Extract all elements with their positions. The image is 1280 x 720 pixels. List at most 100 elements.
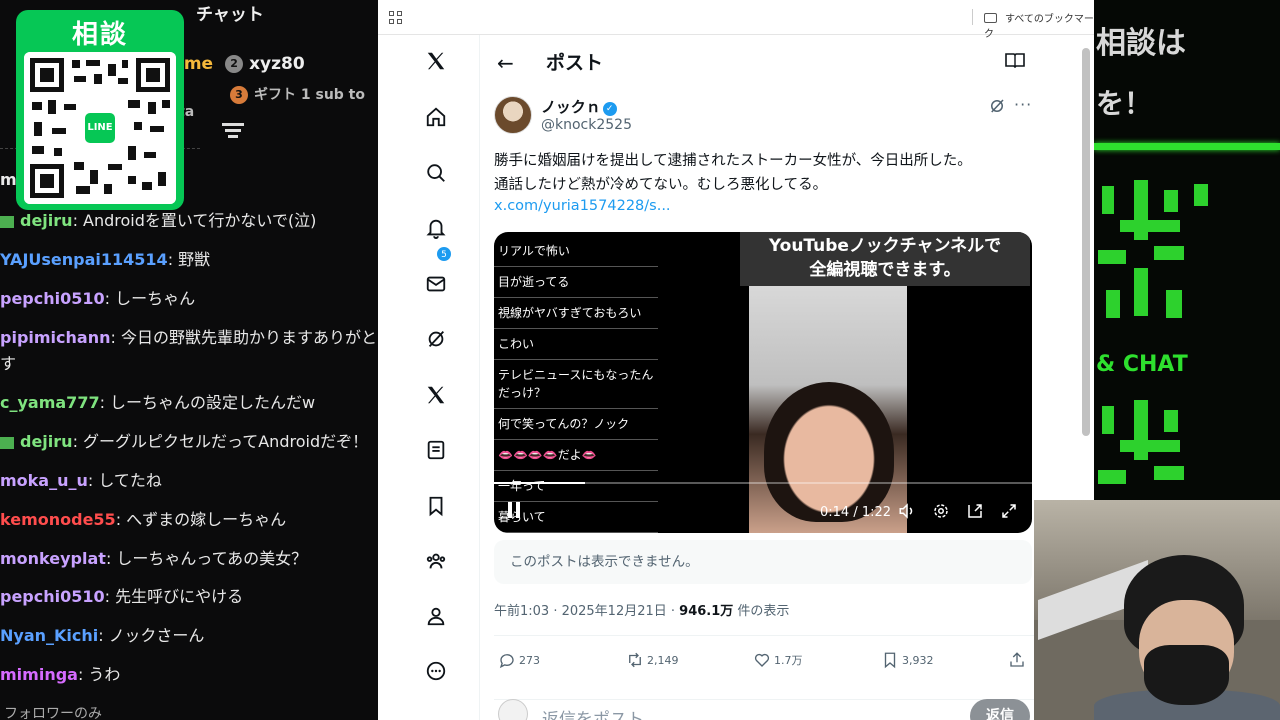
bookmarks-divider: [972, 9, 973, 25]
chat-text: : 先生呼びにやける: [104, 587, 244, 606]
x-sidebar-nav: 5: [378, 35, 480, 720]
game-text-line-3: & CHAT: [1096, 352, 1188, 377]
chat-username[interactable]: YAJUsenpai114514: [0, 250, 168, 269]
page-scrollbar[interactable]: [1082, 48, 1090, 436]
stream-chat-panel: チャット ime 2 xyz80 3 ギフト 1 sub to ta mo dejiru…: [0, 0, 378, 720]
profile-icon[interactable]: [425, 605, 447, 627]
subscriber-badge-icon: [0, 436, 14, 449]
reply-action[interactable]: 273: [498, 651, 540, 671]
chat-username[interactable]: dejiru: [20, 211, 73, 230]
chat-username[interactable]: c_yama777: [0, 393, 100, 412]
chat-message: c_yama777: しーちゃんの設定したんだw: [0, 389, 315, 413]
chat-message: kemonode55: へずまの嫁しーちゃん: [0, 506, 286, 530]
volume-icon[interactable]: [898, 502, 916, 520]
screen: チャット ime 2 xyz80 3 ギフト 1 sub to ta mo dejiru…: [0, 0, 1280, 720]
chat-text: : うわ: [77, 665, 121, 684]
post-meta: 午前1:03 · 2025年12月21日 · 946.1万 件の表示: [494, 600, 789, 619]
chat-username[interactable]: kemonode55: [0, 510, 116, 529]
video-player[interactable]: リアルで怖い 目が逝ってる 視線がヤバすぎておもろい こわい テレビニュースにもなったん…: [494, 232, 1032, 533]
share-action[interactable]: [1008, 651, 1029, 671]
video-progress-fill: [494, 482, 586, 484]
video-time: 0:14 / 1:22: [820, 505, 892, 520]
repost-count: 2,149: [647, 654, 679, 667]
consult-title: 相談: [71, 20, 128, 50]
reply-input[interactable]: 返信をポスト: [542, 705, 644, 720]
post-more-options-icon[interactable]: ···: [1014, 95, 1032, 114]
chat-message: moka_u_u: してたね: [0, 467, 162, 491]
browser-window: すべてのブックマーク 5 ← ポスト ノックｎ ✓ @knock2525 ···…: [378, 0, 1094, 720]
chat-text: す: [0, 354, 17, 373]
collapse-icon[interactable]: [222, 120, 244, 140]
pip-icon[interactable]: [966, 502, 984, 520]
fullscreen-icon[interactable]: [1000, 502, 1018, 520]
search-icon[interactable]: [425, 162, 447, 184]
chat-username[interactable]: Nyan_Kichi: [0, 626, 98, 645]
banner-line-1: YouTubeノックチャンネルで: [768, 236, 1002, 256]
chat-message: monkeyplat: しーちゃんってあの美女？: [0, 545, 307, 569]
mail-icon[interactable]: [425, 273, 447, 295]
chat-message: dejiru: グーグルピクセルだってAndroidだぞ！: [0, 428, 368, 452]
bookmark-small-icon: [884, 652, 896, 669]
chat-username[interactable]: moka_u_u: [0, 471, 88, 490]
chat-username[interactable]: dejiru: [20, 432, 73, 451]
author-name[interactable]: ノックｎ ✓: [541, 96, 617, 117]
game-text-line-2: を！: [1096, 87, 1153, 120]
home-icon[interactable]: [425, 106, 447, 128]
reply-divider: [494, 699, 1034, 700]
grok-icon[interactable]: [425, 328, 447, 350]
communities-icon[interactable]: [425, 550, 447, 572]
chat-text: : へずまの嫁しーちゃん: [115, 510, 287, 529]
video-comment: テレビニュースにもなったんだっけ？: [494, 360, 658, 409]
chat-username[interactable]: pepchi0510: [0, 289, 105, 308]
game-overlay-panel: 相談は を！ & CHAT: [1094, 0, 1280, 500]
repost-action[interactable]: 2,149: [626, 651, 679, 671]
post-column: ← ポスト ノックｎ ✓ @knock2525 ··· 勝手に婚姻届けを提出して逮…: [480, 35, 1040, 720]
chat-username[interactable]: pipimichann: [0, 328, 110, 347]
streamer-mask: [1144, 645, 1229, 705]
chat-message: pipimichann: 今日の野獣先輩助かりますありがと: [0, 324, 377, 348]
more-icon[interactable]: [425, 660, 447, 682]
qr-code: LINE: [24, 52, 176, 204]
video-comment: 目が逝ってる: [494, 267, 658, 298]
webcam-feed: [1034, 500, 1280, 720]
notification-count-badge: 5: [436, 246, 452, 262]
grok-explain-icon[interactable]: [988, 97, 1006, 115]
bell-icon[interactable]: [425, 217, 447, 239]
author-handle[interactable]: @knock2525: [541, 117, 632, 133]
chat-text: : しーちゃんってあの美女？: [105, 549, 308, 568]
chat-username[interactable]: pepchi0510: [0, 587, 105, 606]
lists-icon[interactable]: [425, 439, 447, 461]
view-count: 946.1万: [679, 604, 734, 619]
apps-grid-icon[interactable]: [389, 11, 403, 25]
bookmark-icon[interactable]: [425, 495, 447, 517]
verified-badge-icon: ✓: [602, 102, 617, 116]
x-logo[interactable]: [425, 50, 447, 72]
author-avatar[interactable]: [494, 96, 532, 134]
chat-message: Nyan_Kichi: ノックさーん: [0, 622, 204, 646]
reader-mode-icon[interactable]: [1005, 52, 1025, 69]
video-comment: 視線がヤバすぎておもろい: [494, 298, 658, 329]
reply-button[interactable]: 返信: [970, 699, 1030, 720]
chat-text: : しーちゃんの設定したんだw: [99, 393, 316, 412]
like-action[interactable]: 1.7万: [753, 651, 803, 671]
my-avatar: [498, 699, 528, 720]
video-comment: こわい: [494, 329, 658, 360]
pause-icon[interactable]: [508, 502, 522, 518]
like-count: 1.7万: [774, 654, 803, 667]
back-arrow-icon[interactable]: ←: [497, 51, 514, 75]
post-text-line-1: 勝手に婚姻届けを提出して逮捕されたストーカー女性が、今日出所した。: [494, 153, 972, 169]
chat-username[interactable]: miminga: [0, 665, 78, 684]
chat-username[interactable]: monkeyplat: [0, 549, 106, 568]
video-progress-bar[interactable]: [494, 482, 1032, 484]
line-logo-icon: LINE: [82, 110, 118, 146]
chat-message: miminga: うわ: [0, 661, 120, 685]
chat-message: YAJUsenpai114514: 野獣: [0, 246, 210, 270]
meta-divider: [494, 635, 1034, 636]
chat-text: : 野獣: [167, 250, 211, 269]
post-link[interactable]: x.com/yuria1574228/s...: [494, 198, 671, 214]
bookmark-action[interactable]: 3,932: [881, 651, 934, 671]
settings-gear-icon[interactable]: [932, 502, 950, 520]
x-premium-icon[interactable]: [425, 384, 447, 406]
subscriber-badge-icon: [0, 215, 14, 228]
rank-badge: 2: [225, 55, 244, 73]
